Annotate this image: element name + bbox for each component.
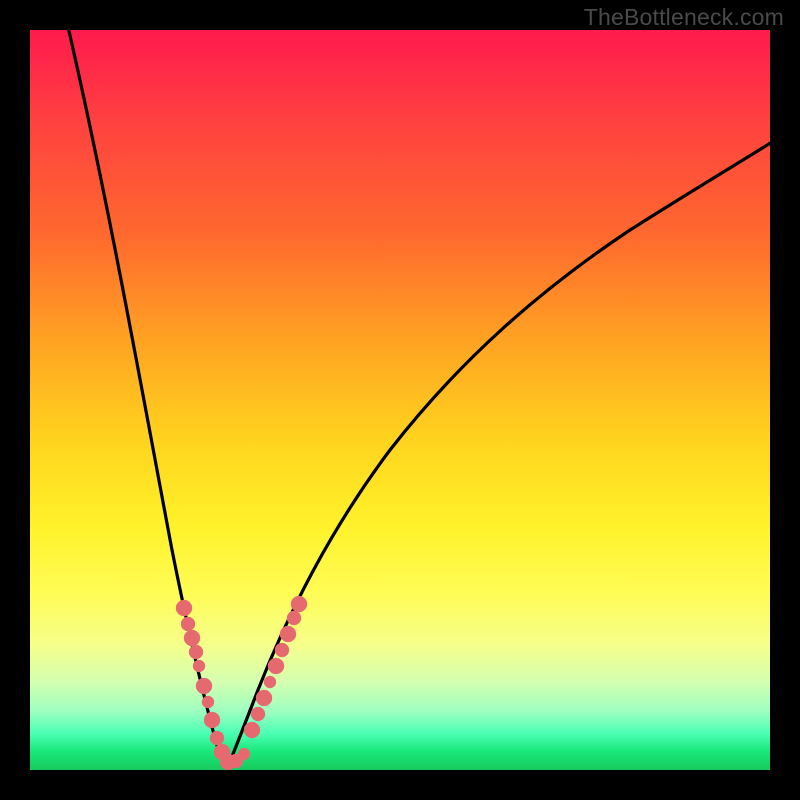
marker-dot — [184, 630, 200, 646]
marker-dot — [251, 707, 265, 721]
chart-frame: TheBottleneck.com — [0, 0, 800, 800]
watermark-text: TheBottleneck.com — [584, 4, 784, 31]
curve-left-branch — [66, 30, 227, 769]
chart-svg — [30, 30, 770, 770]
marker-dot — [196, 678, 212, 694]
marker-dot — [287, 611, 301, 625]
marker-dot — [275, 643, 289, 657]
marker-dot — [264, 676, 276, 688]
marker-dot — [193, 660, 205, 672]
marker-dot — [189, 645, 203, 659]
plot-area — [30, 30, 770, 770]
marker-dot — [210, 731, 224, 745]
marker-dot — [280, 626, 296, 642]
marker-dot — [181, 617, 195, 631]
marker-dot — [176, 600, 192, 616]
marker-dot — [244, 722, 260, 738]
curve-right-branch — [227, 142, 770, 769]
marker-dot — [204, 712, 220, 728]
marker-dot — [202, 696, 214, 708]
marker-dot — [238, 748, 250, 760]
marker-dot — [256, 690, 272, 706]
marker-dot — [291, 596, 307, 612]
marker-dot — [268, 658, 284, 674]
